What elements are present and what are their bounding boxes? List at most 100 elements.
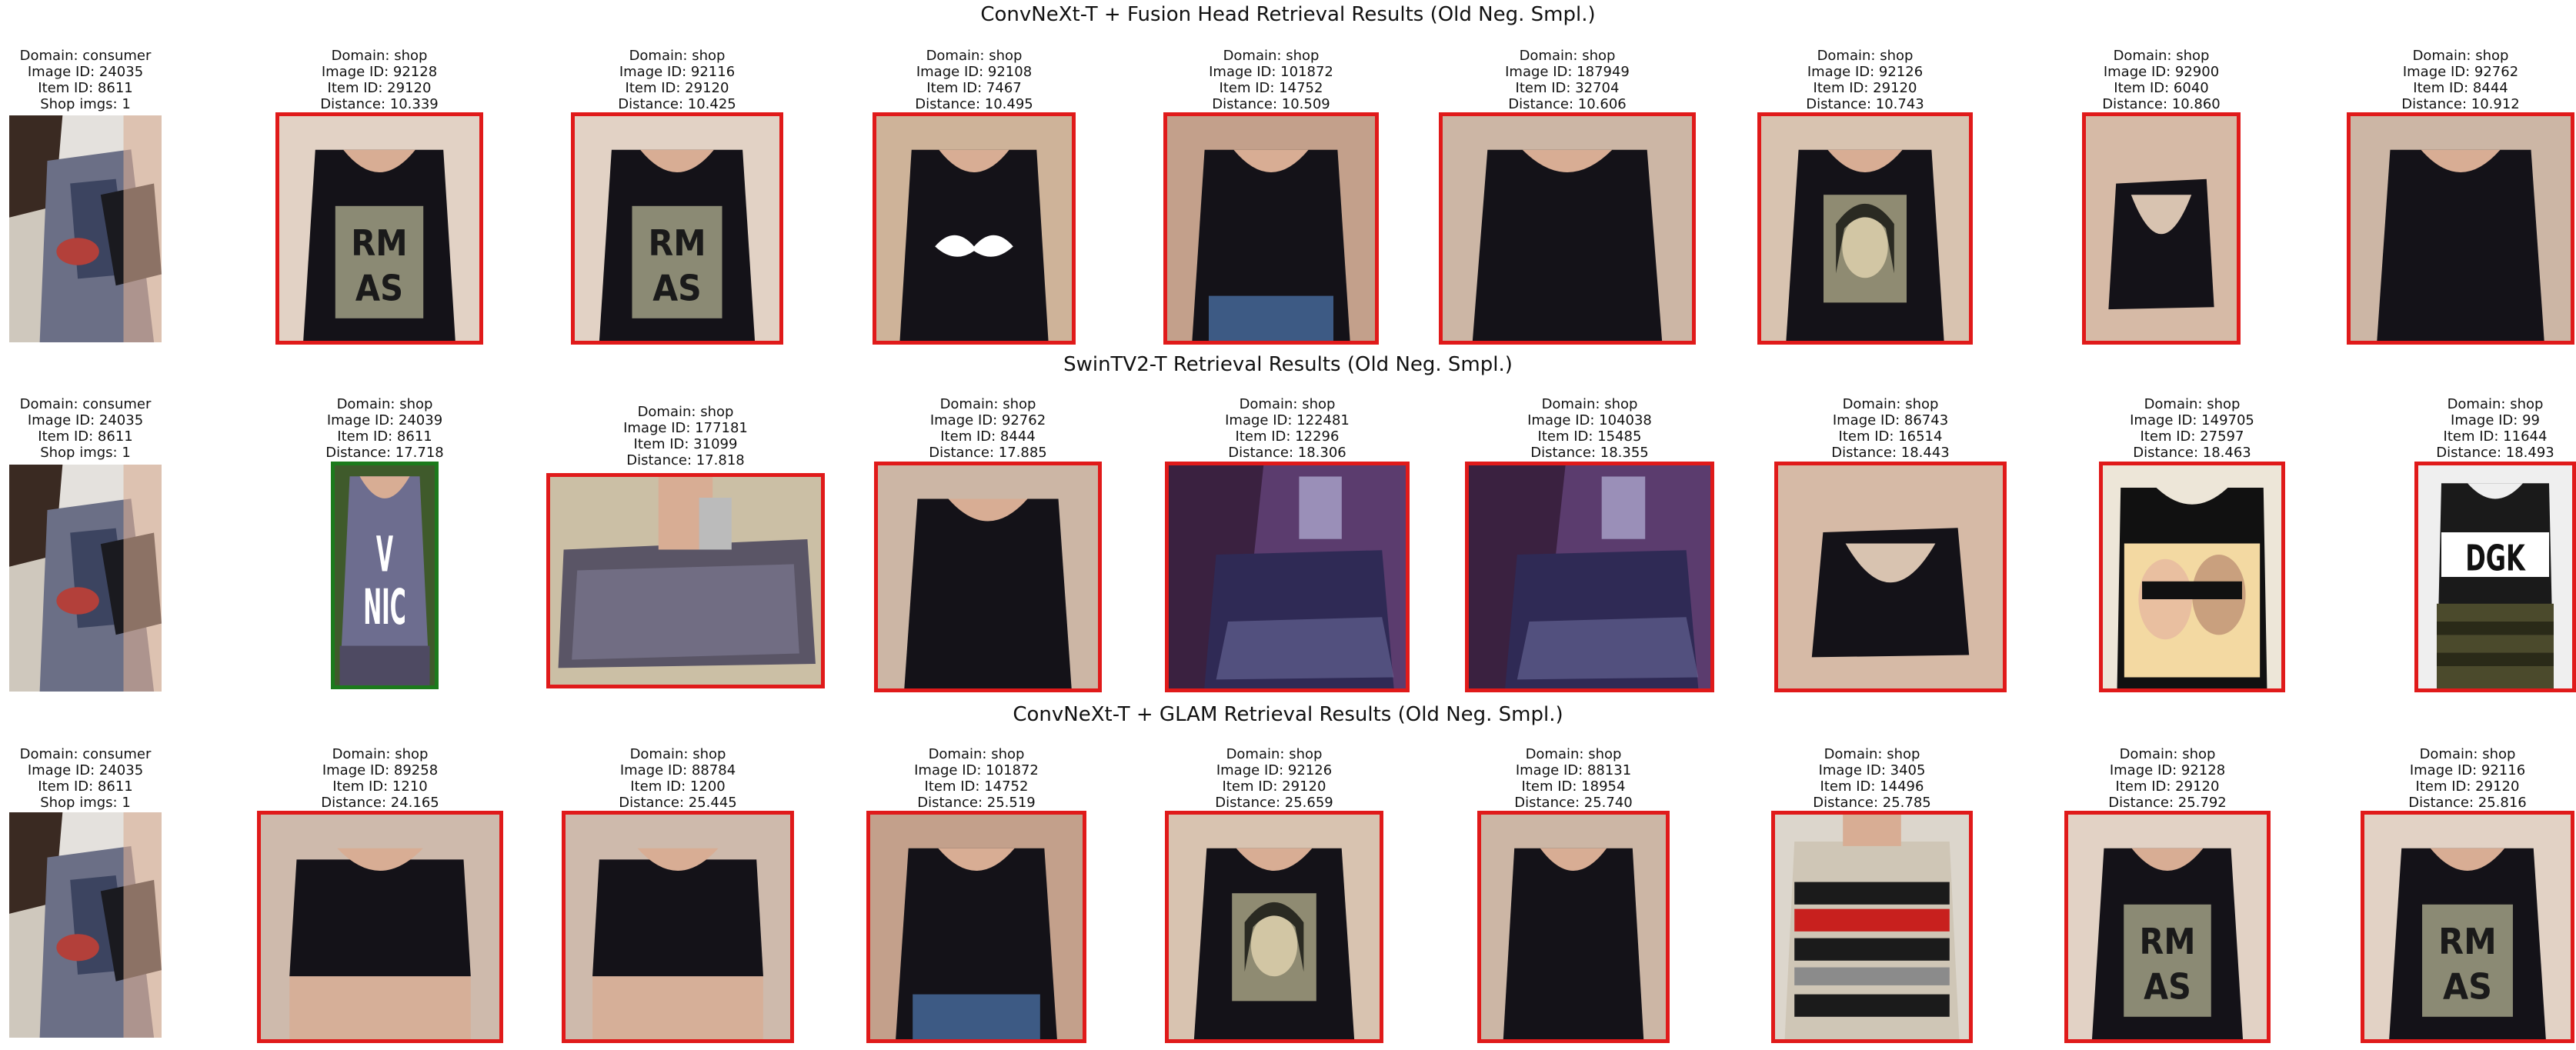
retrieval-result: Domain: shop Image ID: 92128 Item ID: 2912…: [2064, 746, 2271, 1046]
clothing-photo: [1469, 465, 1710, 688]
retrieval-result: Domain: shop Image ID: 92108 Item ID: 7467…: [873, 48, 1076, 348]
caption-line: Domain: shop: [1541, 396, 1638, 412]
clothing-photo: RMAS: [575, 116, 779, 341]
caption-line: Distance: 25.659: [1215, 795, 1333, 811]
clothing-photo: [9, 115, 162, 342]
caption-line: Domain: shop: [928, 746, 1025, 762]
retrieval-result: Domain: shop Image ID: 86743 Item ID: 1651…: [1774, 396, 2007, 696]
result-caption: Domain: shop Image ID: 92762 Item ID: 8444…: [888, 396, 1088, 461]
result-image: [562, 811, 794, 1043]
retrieval-result: Domain: shop Image ID: 99 Item ID: 11644 Di…: [2395, 396, 2576, 696]
caption-line: Domain: shop: [2419, 746, 2516, 762]
clothing-photo: [1167, 116, 1375, 341]
caption-line: Domain: shop: [1842, 396, 1939, 412]
caption-line: Distance: 25.519: [917, 795, 1036, 811]
caption-line: Image ID: 24039: [326, 412, 443, 428]
svg-text:RM: RM: [2438, 920, 2497, 962]
caption-line: Image ID: 92762: [929, 412, 1046, 428]
caption-line: Item ID: 6040: [2114, 80, 2209, 96]
retrieval-result: Domain: shop Image ID: 101872 Item ID: 147…: [1163, 48, 1379, 348]
retrieval-result: Domain: shop Image ID: 3405 Item ID: 14496…: [1771, 746, 1973, 1046]
clothing-photo: RMAS: [2364, 815, 2571, 1039]
caption-line: Image ID: 177181: [623, 420, 748, 436]
clothing-photo: [9, 812, 162, 1038]
caption-line: Shop imgs: 1: [40, 795, 131, 811]
result-image: [546, 473, 825, 688]
query-image: [9, 465, 162, 692]
caption-line: Domain: shop: [1226, 746, 1323, 762]
result-caption: Domain: shop Image ID: 187949 Item ID: 327…: [1467, 48, 1667, 112]
result-image: [1477, 811, 1670, 1043]
caption-line: Item ID: 8444: [2413, 80, 2508, 96]
caption-line: Image ID: 92116: [2409, 762, 2526, 778]
caption-line: Item ID: 29120: [327, 80, 432, 96]
svg-text:AS: AS: [355, 268, 403, 309]
caption-line: Item ID: 8611: [38, 80, 133, 96]
result-image: [1439, 112, 1696, 345]
result-caption: Domain: shop Image ID: 24039 Item ID: 8611…: [285, 396, 485, 461]
svg-text:AS: AS: [2144, 966, 2191, 1008]
result-image: RM AS: [2361, 811, 2574, 1043]
retrieval-result: Domain: shop Image ID: 92762 Item ID: 8444…: [2347, 48, 2574, 348]
caption-line: Distance: 18.463: [2133, 445, 2251, 461]
result-image: RM AS: [2064, 811, 2271, 1043]
caption-line: Image ID: 149705: [2130, 412, 2254, 428]
retrieval-result: Domain: shop Image ID: 104038 Item ID: 154…: [1465, 396, 1714, 696]
caption-line: Image ID: 92126: [1807, 64, 1924, 80]
clothing-photo: [1778, 465, 2003, 688]
caption-line: Domain: shop: [926, 48, 1023, 64]
result-image: [1165, 811, 1383, 1043]
caption-line: Distance: 24.165: [321, 795, 439, 811]
caption-line: Domain: shop: [2119, 746, 2216, 762]
clothing-photo: [2086, 116, 2237, 341]
clothing-photo: [1169, 465, 1406, 688]
caption-line: Distance: 10.606: [1508, 96, 1627, 112]
retrieval-result: Domain: shop Image ID: 92126 Item ID: 2912…: [1165, 746, 1383, 1046]
caption-line: Image ID: 101872: [1209, 64, 1333, 80]
caption-line: Distance: 17.818: [626, 452, 745, 468]
retrieval-result: Domain: shop Image ID: 92116 Item ID: 2912…: [571, 48, 783, 348]
result-image: [1757, 112, 1973, 345]
result-caption: Domain: shop Image ID: 92108 Item ID: 7467…: [874, 48, 1074, 112]
retrieval-result: Domain: shop Image ID: 92900 Item ID: 6040…: [2061, 48, 2261, 348]
caption-line: Distance: 17.885: [929, 445, 1047, 461]
result-image: [874, 462, 1102, 692]
caption-line: Image ID: 88784: [619, 762, 736, 778]
result-caption: Domain: shop Image ID: 177181 Item ID: 310…: [586, 404, 786, 468]
result-caption: Domain: consumer Image ID: 24035 Item ID: …: [0, 396, 185, 461]
result-image: [1771, 811, 1973, 1043]
caption-line: Item ID: 14752: [924, 778, 1029, 795]
query-image: [9, 812, 162, 1038]
caption-line: Image ID: 92762: [2402, 64, 2519, 80]
caption-line: Item ID: 8611: [38, 778, 133, 795]
query-panel: Domain: consumer Image ID: 24035 Item ID: …: [0, 396, 185, 696]
retrieval-result: Domain: shop Image ID: 92128 Item ID: 2912…: [275, 48, 483, 348]
result-image: V NIC: [331, 462, 439, 689]
caption-line: Domain: consumer: [19, 396, 152, 412]
result-caption: Domain: shop Image ID: 88131 Item ID: 1895…: [1473, 746, 1673, 811]
caption-line: Item ID: 27597: [2140, 428, 2244, 445]
caption-line: Distance: 18.443: [1831, 445, 1950, 461]
clothing-photo: [9, 465, 162, 692]
result-caption: Domain: shop Image ID: 149705 Item ID: 275…: [2092, 396, 2292, 461]
caption-line: Image ID: 92116: [619, 64, 736, 80]
result-image: [1165, 462, 1410, 692]
caption-line: Item ID: 14496: [1820, 778, 1924, 795]
caption-line: Distance: 10.495: [915, 96, 1033, 112]
caption-line: Distance: 25.816: [2408, 795, 2527, 811]
caption-line: Domain: shop: [2113, 48, 2210, 64]
clothing-photo: [566, 815, 790, 1039]
retrieval-result: Domain: shop Image ID: 88784 Item ID: 1200…: [562, 746, 794, 1046]
result-image: RM AS: [275, 112, 483, 345]
retrieval-result: Domain: shop Image ID: 24039 Item ID: 8611…: [285, 396, 485, 696]
clothing-photo: RMAS: [279, 116, 479, 341]
caption-line: Image ID: 104038: [1527, 412, 1652, 428]
caption-line: Item ID: 29120: [2115, 778, 2220, 795]
caption-line: Domain: shop: [332, 746, 429, 762]
result-caption: Domain: shop Image ID: 92128 Item ID: 2912…: [279, 48, 479, 112]
caption-line: Image ID: 122481: [1225, 412, 1350, 428]
caption-line: Distance: 10.743: [1806, 96, 1924, 112]
result-caption: Domain: shop Image ID: 92762 Item ID: 8444…: [2361, 48, 2561, 112]
caption-line: Item ID: 8611: [38, 428, 133, 445]
result-caption: Domain: shop Image ID: 88784 Item ID: 1200…: [578, 746, 778, 811]
